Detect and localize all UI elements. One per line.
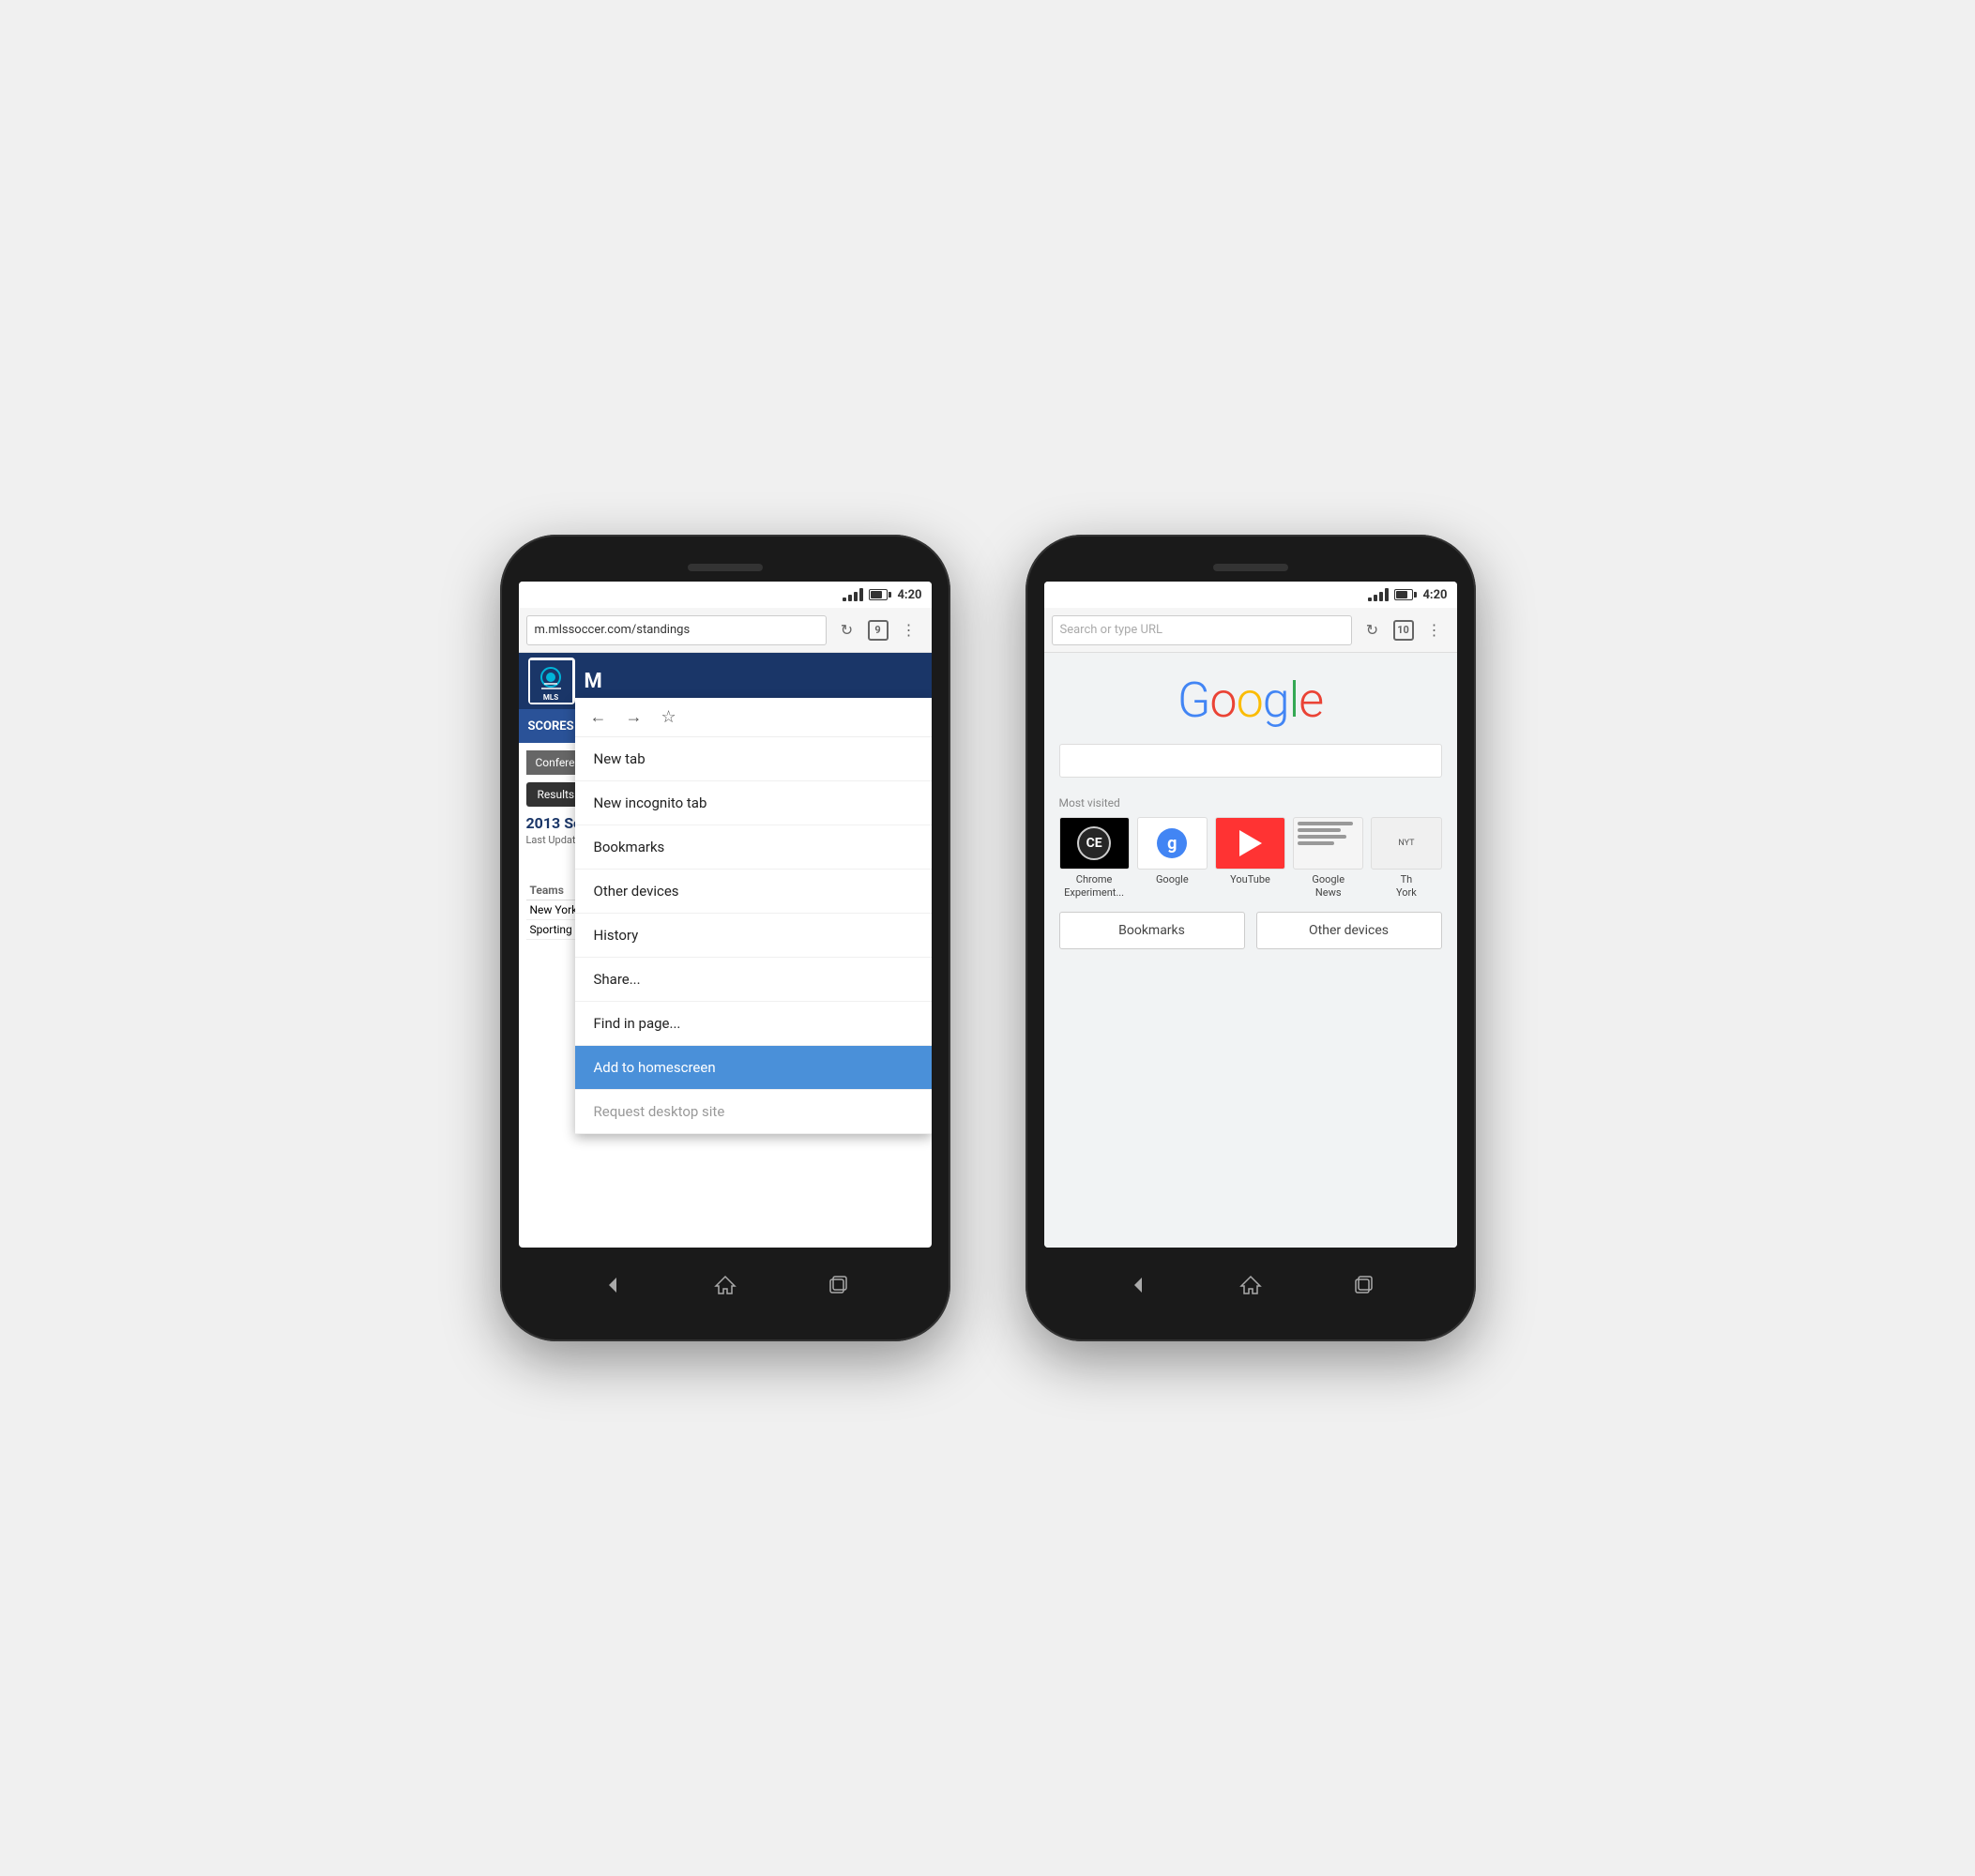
status-bar-1: 4:20 bbox=[519, 582, 932, 608]
menu-btn-2[interactable]: ⋮ bbox=[1420, 615, 1450, 645]
thumbnail-the-york[interactable]: NYT ThYork bbox=[1371, 817, 1441, 899]
chrome-bar-1: m.mlssoccer.com/standings ↻ 9 ⋮ bbox=[519, 608, 932, 653]
status-time: 4:20 bbox=[897, 588, 921, 602]
status-time-2: 4:20 bbox=[1422, 588, 1447, 602]
thumbnail-youtube[interactable]: YouTube bbox=[1215, 817, 1285, 899]
url-placeholder-2: Search or type URL bbox=[1060, 623, 1162, 637]
youtube-play-icon bbox=[1239, 830, 1262, 856]
home-nav-btn-2[interactable] bbox=[1232, 1266, 1269, 1304]
thumb-img-york: NYT bbox=[1371, 817, 1441, 870]
thumbnail-google-news[interactable]: GoogleNews bbox=[1293, 817, 1363, 899]
signal-icon bbox=[843, 588, 863, 601]
phone-1-bottom bbox=[519, 1248, 932, 1323]
tab-counter-2[interactable]: 10 bbox=[1393, 620, 1414, 641]
mls-logo: MLS bbox=[528, 658, 575, 704]
menu-find-in-page[interactable]: Find in page... bbox=[575, 1002, 932, 1046]
thumb-label-york: ThYork bbox=[1396, 873, 1417, 898]
bookmark-star-button[interactable]: ☆ bbox=[661, 707, 676, 727]
thumbnail-chrome-experiments[interactable]: CE ChromeExperiment... bbox=[1059, 817, 1130, 899]
svg-text:MLS: MLS bbox=[543, 693, 558, 702]
other-devices-btn[interactable]: Other devices bbox=[1256, 912, 1442, 949]
url-input-1[interactable]: m.mlssoccer.com/standings bbox=[526, 615, 827, 645]
thumb-img-gnews bbox=[1293, 817, 1363, 870]
back-button[interactable]: ← bbox=[590, 707, 607, 727]
google-o2: o bbox=[1237, 672, 1263, 729]
phone-1: 4:20 m.mlssoccer.com/standings ↻ 9 ⋮ bbox=[500, 535, 950, 1341]
google-logo: Google bbox=[1177, 672, 1323, 729]
google-e: e bbox=[1299, 672, 1323, 729]
most-visited-label: Most visited bbox=[1059, 796, 1442, 809]
back-nav-btn-1[interactable] bbox=[594, 1266, 631, 1304]
speaker-2 bbox=[1213, 564, 1288, 571]
menu-request-desktop[interactable]: Request desktop site bbox=[575, 1090, 932, 1134]
thumb-label-ce: ChromeExperiment... bbox=[1064, 873, 1124, 898]
thumb-img-google: g bbox=[1137, 817, 1208, 870]
url-text-1: m.mlssoccer.com/standings bbox=[535, 623, 691, 637]
reload-btn-2[interactable]: ↻ bbox=[1358, 615, 1388, 645]
status-bar-2: 4:20 bbox=[1044, 582, 1457, 608]
menu-share[interactable]: Share... bbox=[575, 958, 932, 1002]
battery-icon bbox=[869, 589, 891, 600]
forward-button[interactable]: → bbox=[626, 707, 643, 727]
home-nav-btn-1[interactable] bbox=[706, 1266, 744, 1304]
google-l: l bbox=[1289, 672, 1299, 729]
menu-other-devices[interactable]: Other devices bbox=[575, 870, 932, 914]
phone-1-top bbox=[519, 553, 932, 582]
google-o1: o bbox=[1209, 672, 1236, 729]
bottom-buttons: Bookmarks Other devices bbox=[1059, 912, 1442, 949]
speaker-1 bbox=[688, 564, 763, 571]
thumb-img-ce: CE bbox=[1059, 817, 1130, 870]
recent-nav-btn-2[interactable] bbox=[1345, 1266, 1382, 1304]
mls-nav-scores[interactable]: SCORES bbox=[528, 719, 574, 734]
reload-btn-1[interactable]: ↻ bbox=[832, 615, 862, 645]
google-g2: g bbox=[1263, 672, 1289, 729]
phone-2-screen: 4:20 Search or type URL ↻ 10 ⋮ Google bbox=[1044, 582, 1457, 1248]
chrome-bar-2: Search or type URL ↻ 10 ⋮ bbox=[1044, 608, 1457, 653]
menu-add-to-homescreen[interactable]: Add to homescreen bbox=[575, 1046, 932, 1090]
google-g-badge: g bbox=[1157, 828, 1187, 858]
menu-bookmarks[interactable]: Bookmarks bbox=[575, 825, 932, 870]
menu-new-tab[interactable]: New tab bbox=[575, 737, 932, 781]
phone-2-bottom bbox=[1044, 1248, 1457, 1323]
signal-icon-2 bbox=[1368, 588, 1389, 601]
tab-counter-1[interactable]: 9 bbox=[868, 620, 889, 641]
dropdown-menu: ← → ☆ New tab New incognito tab Bookmark… bbox=[575, 698, 932, 1134]
back-nav-btn-2[interactable] bbox=[1119, 1266, 1157, 1304]
new-tab-search-bar[interactable] bbox=[1059, 744, 1442, 778]
mls-site-title: M bbox=[585, 670, 602, 693]
battery-icon-2 bbox=[1394, 589, 1417, 600]
url-input-2[interactable]: Search or type URL bbox=[1052, 615, 1352, 645]
thumb-label-youtube: YouTube bbox=[1230, 873, 1270, 885]
thumb-label-gnews: GoogleNews bbox=[1312, 873, 1345, 898]
thumbnails-row: CE ChromeExperiment... g Google YouT bbox=[1059, 817, 1442, 899]
recent-nav-btn-1[interactable] bbox=[819, 1266, 857, 1304]
thumb-label-google: Google bbox=[1156, 873, 1189, 885]
menu-history[interactable]: History bbox=[575, 914, 932, 958]
google-g: G bbox=[1177, 672, 1210, 729]
phone-2: 4:20 Search or type URL ↻ 10 ⋮ Google bbox=[1025, 535, 1476, 1341]
thumbnail-google[interactable]: g Google bbox=[1137, 817, 1208, 899]
phone-2-top bbox=[1044, 553, 1457, 582]
new-tab-content: Google Most visited CE ChromeExperiment.… bbox=[1044, 653, 1457, 1248]
bookmarks-btn[interactable]: Bookmarks bbox=[1059, 912, 1245, 949]
ce-badge: CE bbox=[1077, 826, 1111, 860]
phone-1-screen: 4:20 m.mlssoccer.com/standings ↻ 9 ⋮ bbox=[519, 582, 932, 1248]
thumb-img-youtube bbox=[1215, 817, 1285, 870]
dropdown-nav-row: ← → ☆ bbox=[575, 698, 932, 737]
menu-new-incognito-tab[interactable]: New incognito tab bbox=[575, 781, 932, 825]
menu-btn-1[interactable]: ⋮ bbox=[894, 615, 924, 645]
